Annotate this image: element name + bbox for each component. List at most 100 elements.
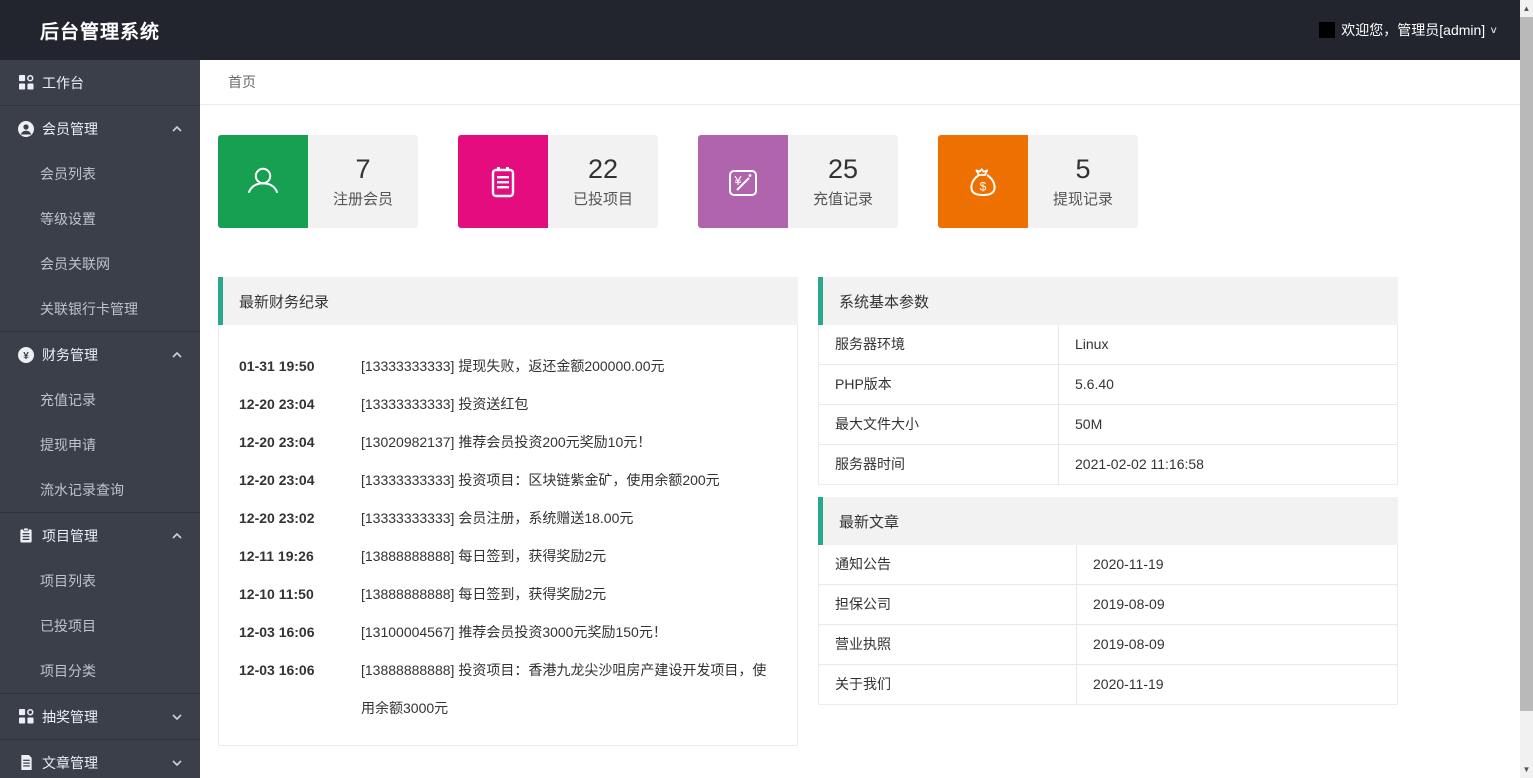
panel-title: 最新财务纪录: [218, 277, 798, 325]
table-row: 通知公告 2020-11-19: [819, 545, 1397, 585]
latest-articles-panel: 最新文章 通知公告 2020-11-19 担保公司 2019-08-09 营业执…: [818, 497, 1398, 705]
sidebar-item-transaction-query[interactable]: 流水记录查询: [0, 467, 200, 512]
nav-group-workbench: 工作台: [0, 60, 200, 106]
sidebar-item-member-network[interactable]: 会员关联网: [0, 241, 200, 286]
user-icon: [218, 135, 308, 228]
svg-text:¥: ¥: [23, 351, 29, 362]
member-icon: [18, 121, 34, 137]
lottery-icon: [18, 709, 34, 725]
sidebar-item-project-categories[interactable]: 项目分类: [0, 648, 200, 693]
stat-card-invested-projects[interactable]: 22 已投项目: [458, 135, 658, 228]
table-row: 服务器时间 2021-02-02 11:16:58: [819, 445, 1397, 484]
scroll-up-arrow[interactable]: ▲: [1520, 0, 1533, 17]
panel-title: 系统基本参数: [818, 277, 1398, 325]
welcome-text: 欢迎您，管理员[admin]: [1341, 20, 1485, 40]
stat-label: 已投项目: [573, 188, 633, 209]
main-area: 首页 7 注册会员 22 已投项目: [200, 60, 1520, 778]
sidebar-item-label: 文章管理: [42, 753, 98, 773]
article-date: 2019-08-09: [1077, 585, 1181, 624]
stat-label: 提现记录: [1053, 188, 1113, 209]
stat-value: 5: [1075, 154, 1090, 185]
sidebar-item-member-list[interactable]: 会员列表: [0, 151, 200, 196]
scrollbar-thumb[interactable]: [1520, 17, 1533, 711]
sidebar-item-article-management[interactable]: 文章管理: [0, 740, 200, 778]
scroll-down-arrow[interactable]: ▼: [1520, 761, 1533, 778]
sidebar-item-withdraw-requests[interactable]: 提现申请: [0, 422, 200, 467]
nav-group-articles: 文章管理: [0, 740, 200, 778]
table-row: PHP版本 5.6.40: [819, 365, 1397, 405]
finance-record: 12-20 23:04 [13333333333] 投资项目：区块链紫金矿，使用…: [239, 461, 777, 499]
system-params-panel: 系统基本参数 服务器环境 Linux PHP版本 5.6.40 最大文件大小 5: [818, 277, 1398, 485]
finance-record: 12-10 11:50 [13888888888] 每日签到，获得奖励2元: [239, 575, 777, 613]
finance-record: 12-20 23:04 [13333333333] 投资送红包: [239, 385, 777, 423]
article-date: 2020-11-19: [1077, 545, 1180, 584]
stat-card-recharge-records[interactable]: ¥ 25 充值记录: [698, 135, 898, 228]
finance-record: 12-03 16:06 [13100004567] 推荐会员投资3000元奖励1…: [239, 613, 777, 651]
stat-label: 充值记录: [813, 188, 873, 209]
chevron-down-icon: ∨: [1489, 24, 1498, 35]
scrollbar[interactable]: ▲ ▼: [1520, 0, 1533, 778]
article-title: 通知公告: [819, 545, 1077, 584]
table-row: 担保公司 2019-08-09: [819, 585, 1397, 625]
nav-group-projects: 项目管理 项目列表 已投项目 项目分类: [0, 513, 200, 694]
sidebar-item-label: 财务管理: [42, 345, 98, 365]
finance-record: 12-20 23:04 [13020982137] 推荐会员投资200元奖励10…: [239, 423, 777, 461]
sidebar-item-bank-card-management[interactable]: 关联银行卡管理: [0, 286, 200, 331]
chevron-down-icon: [172, 712, 182, 722]
nav-group-lottery: 抽奖管理: [0, 694, 200, 740]
table-row: 服务器环境 Linux: [819, 325, 1397, 365]
finance-records-panel: 最新财务纪录 01-31 19:50 [13333333333] 提现失败，返还…: [218, 277, 798, 746]
sidebar-item-lottery-management[interactable]: 抽奖管理: [0, 694, 200, 739]
article-title: 营业执照: [819, 625, 1077, 664]
table-row: 营业执照 2019-08-09: [819, 625, 1397, 665]
sidebar: 工作台 会员管理 会员列表 等级设置 会员关联网 关联银行卡管理 ¥: [0, 60, 200, 778]
sidebar-item-label: 会员管理: [42, 119, 98, 139]
project-icon: [18, 528, 34, 544]
sidebar-item-project-management[interactable]: 项目管理: [0, 513, 200, 558]
sidebar-item-invested-projects[interactable]: 已投项目: [0, 603, 200, 648]
chevron-up-icon: [172, 124, 182, 134]
console-icon: [18, 75, 34, 91]
top-header: 后台管理系统 欢迎您，管理员[admin] ∨: [0, 0, 1520, 60]
stat-card-withdraw-records[interactable]: $ 5 提现记录: [938, 135, 1138, 228]
sidebar-item-recharge-records[interactable]: 充值记录: [0, 377, 200, 422]
nav-group-members: 会员管理 会员列表 等级设置 会员关联网 关联银行卡管理: [0, 106, 200, 332]
sidebar-item-project-list[interactable]: 项目列表: [0, 558, 200, 603]
yuan-card-icon: ¥: [698, 135, 788, 228]
money-bag-icon: $: [938, 135, 1028, 228]
table-row: 最大文件大小 50M: [819, 405, 1397, 445]
app-title: 后台管理系统: [40, 17, 160, 44]
stat-value: 22: [588, 154, 618, 185]
article-date: 2020-11-19: [1077, 665, 1180, 704]
stat-cards-row: 7 注册会员 22 已投项目 ¥ 25 充值记录: [218, 135, 1520, 228]
article-title: 担保公司: [819, 585, 1077, 624]
sidebar-item-member-management[interactable]: 会员管理: [0, 106, 200, 151]
article-date: 2019-08-09: [1077, 625, 1181, 664]
finance-record: 12-11 19:26 [13888888888] 每日签到，获得奖励2元: [239, 537, 777, 575]
finance-record: 12-03 16:06 [13888888888] 投资项目：香港九龙尖沙咀房产…: [239, 651, 777, 727]
chevron-up-icon: [172, 350, 182, 360]
sidebar-item-label: 工作台: [42, 73, 84, 93]
avatar: [1319, 22, 1335, 38]
finance-icon: ¥: [18, 347, 34, 363]
nav-group-finance: ¥ 财务管理 充值记录 提现申请 流水记录查询: [0, 332, 200, 513]
breadcrumb[interactable]: 首页: [200, 60, 1520, 105]
table-row: 关于我们 2020-11-19: [819, 665, 1397, 704]
panel-title: 最新文章: [818, 497, 1398, 545]
sidebar-item-workbench[interactable]: 工作台: [0, 60, 200, 105]
chevron-up-icon: [172, 531, 182, 541]
stat-card-registered-members[interactable]: 7 注册会员: [218, 135, 418, 228]
sidebar-item-level-settings[interactable]: 等级设置: [0, 196, 200, 241]
user-menu[interactable]: 欢迎您，管理员[admin] ∨: [1319, 20, 1498, 40]
stat-value: 7: [355, 154, 370, 185]
article-icon: [18, 755, 34, 771]
sidebar-item-label: 项目管理: [42, 526, 98, 546]
finance-records-list: 01-31 19:50 [13333333333] 提现失败，返还金额20000…: [219, 325, 797, 745]
right-column: 系统基本参数 服务器环境 Linux PHP版本 5.6.40 最大文件大小 5: [818, 277, 1398, 705]
panels-row: 最新财务纪录 01-31 19:50 [13333333333] 提现失败，返还…: [218, 277, 1520, 746]
sidebar-item-finance-management[interactable]: ¥ 财务管理: [0, 332, 200, 377]
dashboard-content: 7 注册会员 22 已投项目 ¥ 25 充值记录: [200, 105, 1520, 746]
stat-label: 注册会员: [333, 188, 393, 209]
chevron-down-icon: [172, 758, 182, 768]
finance-record: 12-20 23:02 [13333333333] 会员注册，系统赠送18.00…: [239, 499, 777, 537]
